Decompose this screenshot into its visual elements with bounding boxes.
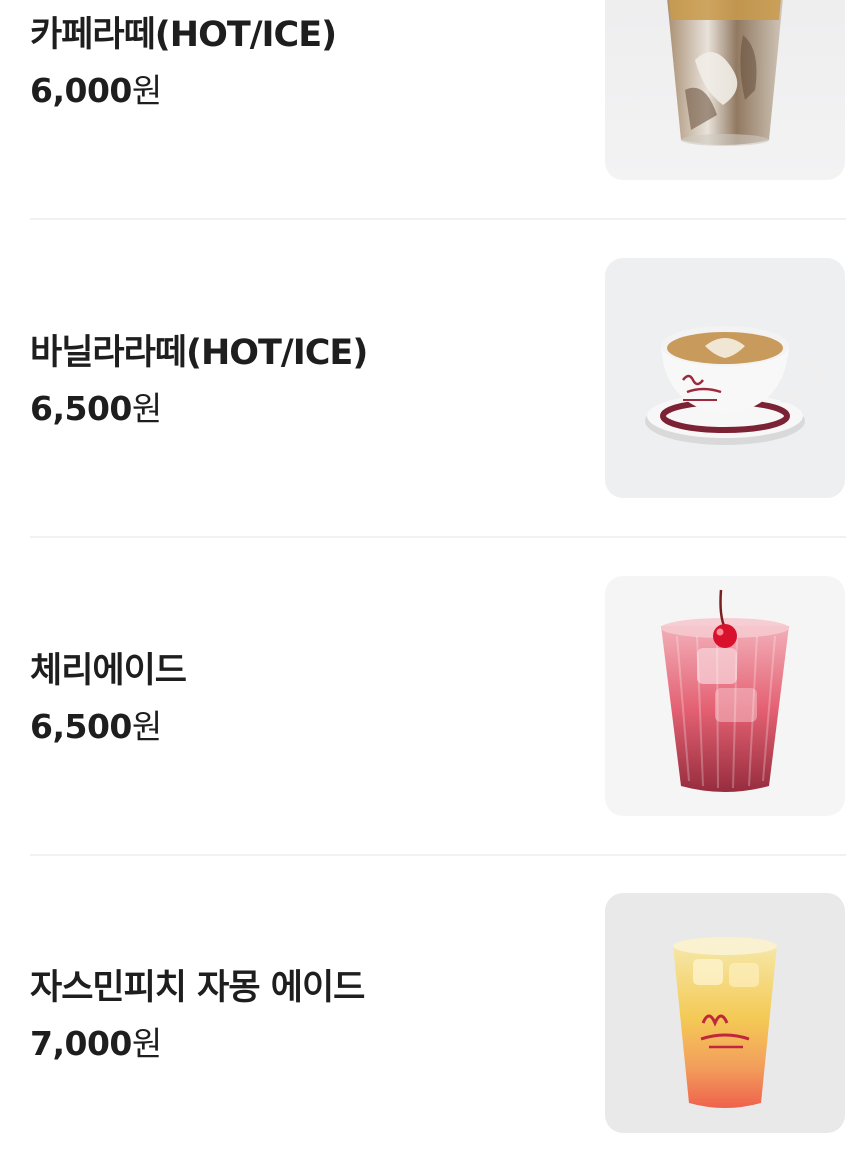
price-currency: 원 — [131, 71, 163, 110]
menu-item-price: 6,000원 — [30, 71, 336, 111]
price-currency: 원 — [131, 389, 163, 428]
menu-list: 카페라떼(HOT/ICE) 6,000원 바닐라라떼(HOT/ICE) 6,50… — [0, 0, 864, 1160]
divider — [30, 218, 846, 220]
cherry-ade-glass-photo-icon — [605, 576, 845, 816]
menu-item-price: 7,000원 — [30, 1024, 364, 1064]
price-currency: 원 — [131, 707, 163, 746]
vanilla-latte-cup-photo-icon — [605, 258, 845, 498]
menu-item-text: 체리에이드 6,500원 — [30, 649, 187, 747]
menu-item-photo — [605, 893, 845, 1133]
menu-item-text: 자스민피치 자몽 에이드 7,000원 — [30, 966, 365, 1064]
price-amount: 6,500 — [30, 389, 132, 428]
menu-item-text: 카페라떼(HOT/ICE) 6,000원 — [30, 13, 337, 111]
divider — [30, 536, 846, 538]
menu-item-name: 카페라떼(HOT/ICE) — [30, 15, 337, 55]
menu-item-cafe-latte[interactable]: 카페라떼(HOT/ICE) 6,000원 — [30, 0, 846, 180]
price-amount: 7,000 — [30, 1024, 132, 1063]
menu-item-cherry-ade[interactable]: 체리에이드 6,500원 — [30, 576, 846, 816]
menu-item-name: 체리에이드 — [30, 651, 187, 691]
menu-item-photo — [605, 258, 845, 498]
jasmine-peach-grapefruit-ade-photo-icon — [605, 893, 845, 1133]
menu-item-jasmine-peach-grapefruit-ade[interactable]: 자스민피치 자몽 에이드 7,000원 — [30, 893, 846, 1133]
menu-item-price: 6,500원 — [30, 389, 367, 429]
price-amount: 6,000 — [30, 71, 132, 110]
price-currency: 원 — [131, 1024, 163, 1063]
menu-item-text: 바닐라라떼(HOT/ICE) 6,500원 — [30, 331, 368, 429]
price-amount: 6,500 — [30, 707, 132, 746]
menu-item-photo — [605, 0, 845, 180]
menu-item-price: 6,500원 — [30, 707, 186, 747]
menu-item-photo — [605, 576, 845, 816]
menu-item-name: 바닐라라떼(HOT/ICE) — [30, 333, 368, 373]
menu-item-name: 자스민피치 자몽 에이드 — [30, 968, 365, 1008]
menu-item-vanilla-latte[interactable]: 바닐라라떼(HOT/ICE) 6,500원 — [30, 258, 846, 498]
iced-cafe-latte-photo-icon — [605, 0, 845, 180]
divider — [30, 854, 846, 856]
